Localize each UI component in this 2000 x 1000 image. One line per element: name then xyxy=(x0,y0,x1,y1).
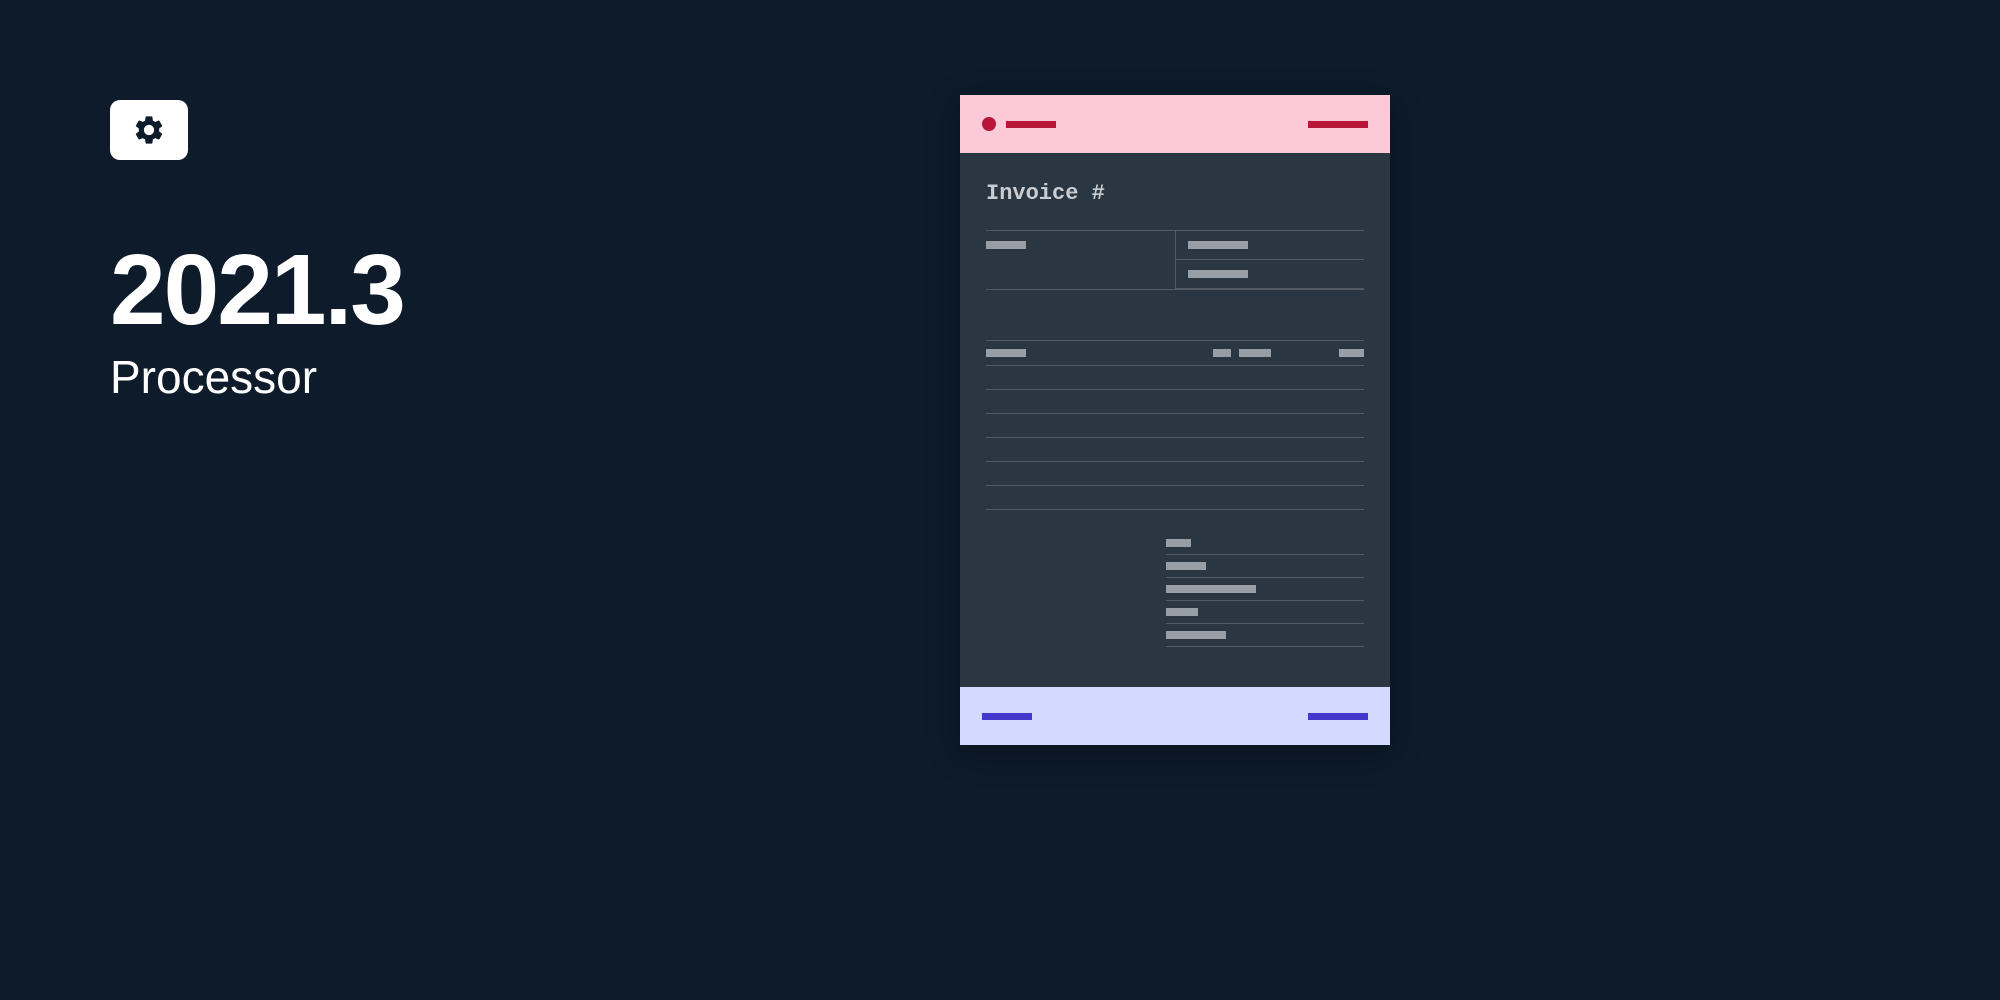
card-footer xyxy=(960,687,1390,745)
summary-row xyxy=(1166,555,1364,578)
footer-placeholder-right xyxy=(1308,713,1368,720)
summary-placeholder xyxy=(1166,562,1206,570)
col-placeholder xyxy=(1213,349,1231,357)
summary-placeholder xyxy=(1166,631,1226,639)
version-number: 2021.3 xyxy=(110,240,404,340)
header-placeholder-left xyxy=(1006,121,1056,128)
line-item-row xyxy=(986,486,1364,510)
summary-row xyxy=(1166,532,1364,555)
summary-block xyxy=(986,532,1364,647)
col-placeholder xyxy=(1239,349,1271,357)
card-header xyxy=(960,95,1390,153)
meta-left xyxy=(986,231,1175,289)
gear-badge xyxy=(110,100,188,160)
header-placeholder-right xyxy=(1308,121,1368,128)
footer-placeholder-left xyxy=(982,713,1032,720)
col-placeholder xyxy=(986,349,1026,357)
invoice-meta-grid xyxy=(986,230,1364,290)
summary-row xyxy=(1166,601,1364,624)
invoice-preview-card: Invoice # xyxy=(960,95,1390,745)
product-name: Processor xyxy=(110,350,404,404)
line-item-row xyxy=(986,414,1364,438)
summary-placeholder xyxy=(1166,539,1191,547)
summary-placeholder xyxy=(1166,585,1256,593)
col-placeholder xyxy=(1339,349,1364,357)
line-items-header xyxy=(986,340,1364,366)
summary-row xyxy=(1166,578,1364,601)
card-body: Invoice # xyxy=(960,153,1390,687)
meta-right xyxy=(1175,231,1365,289)
line-item-row xyxy=(986,462,1364,486)
meta-placeholder xyxy=(1188,241,1248,249)
line-item-row xyxy=(986,366,1364,390)
line-item-row xyxy=(986,438,1364,462)
gear-icon xyxy=(132,113,166,147)
meta-placeholder xyxy=(1188,270,1248,278)
meta-row xyxy=(1176,260,1365,289)
title-block: 2021.3 Processor xyxy=(110,240,404,404)
line-item-row xyxy=(986,390,1364,414)
summary-placeholder xyxy=(1166,608,1198,616)
invoice-title: Invoice # xyxy=(986,181,1364,206)
meta-row xyxy=(1176,231,1365,260)
status-dot-icon xyxy=(982,117,996,131)
meta-placeholder xyxy=(986,241,1026,249)
summary-row xyxy=(1166,624,1364,647)
header-left xyxy=(982,117,1056,131)
